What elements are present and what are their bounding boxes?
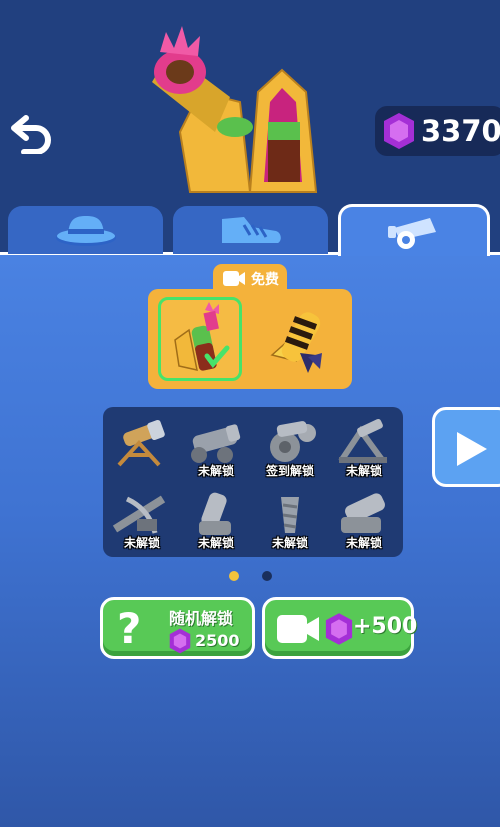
bee-cannon-skin-icon (270, 312, 322, 373)
shoe-icon (221, 217, 281, 243)
grid-item-label: 未解锁 (345, 464, 382, 478)
cannon-icon (388, 217, 436, 249)
free-label: 免费 (251, 272, 279, 288)
skin-slot-pink-cannon[interactable] (158, 297, 242, 381)
back-arrow-icon (11, 115, 51, 155)
purple-gem-icon (325, 613, 353, 645)
grid-item-label: 未解锁 (123, 536, 160, 550)
cannon-preview (152, 26, 318, 193)
back-button[interactable] (10, 112, 54, 155)
grid-item-telescope-cannon[interactable] (107, 415, 177, 481)
hat-icon (55, 216, 116, 246)
grid-item-label: 未解锁 (271, 536, 308, 550)
watch-ad-reward: +500 (353, 614, 418, 639)
random-unlock-cost: 2500 (195, 631, 240, 650)
page-dot[interactable] (262, 571, 272, 581)
cannon-grid: 未解锁 签到解锁 未解锁 未解锁 未解锁 未解锁 未解锁 (103, 407, 403, 557)
grid-item-drill-cannon[interactable]: 未解锁 (255, 487, 325, 553)
tab-cannon[interactable] (338, 204, 490, 256)
random-unlock-button[interactable]: ? 随机解锁 2500 (100, 597, 255, 659)
grid-item-heavy-cannon[interactable]: 未解锁 (329, 487, 399, 553)
free-tag: 免费 (213, 264, 287, 292)
tab-shoe[interactable] (173, 206, 328, 254)
grid-item-crossbow[interactable]: 未解锁 (107, 487, 177, 553)
telescope-cannon-icon (117, 419, 165, 467)
gem-count: 3370 (421, 114, 500, 148)
page-dot-active[interactable] (229, 571, 239, 581)
grid-item-gatling-cannon[interactable]: 未解锁 (181, 415, 251, 481)
purple-gem-icon (169, 628, 191, 654)
watch-ad-button[interactable]: +500 (262, 597, 418, 659)
next-page-button[interactable] (432, 407, 500, 487)
play-arrow-icon (457, 432, 487, 466)
video-camera-icon (277, 615, 319, 643)
pink-cannon-skin-icon (174, 302, 230, 371)
grid-item-label: 未解锁 (197, 464, 234, 478)
random-unlock-label: 随机解锁 (169, 609, 234, 628)
grid-item-label: 签到解锁 (265, 464, 314, 478)
purple-gem-icon (384, 113, 414, 149)
video-camera-icon (223, 271, 245, 286)
grid-item-mortar[interactable]: 未解锁 (181, 487, 251, 553)
skin-slot-bee-cannon[interactable] (260, 297, 344, 381)
grid-item-gear-cannon[interactable]: 签到解锁 (255, 415, 325, 481)
gem-counter: 3370 (375, 106, 500, 156)
skin-box (148, 289, 352, 389)
tab-hat[interactable] (8, 206, 163, 254)
grid-item-catapult[interactable]: 未解锁 (329, 415, 399, 481)
question-mark-icon: ? (117, 604, 142, 653)
grid-item-label: 未解锁 (197, 536, 234, 550)
grid-item-label: 未解锁 (345, 536, 382, 550)
